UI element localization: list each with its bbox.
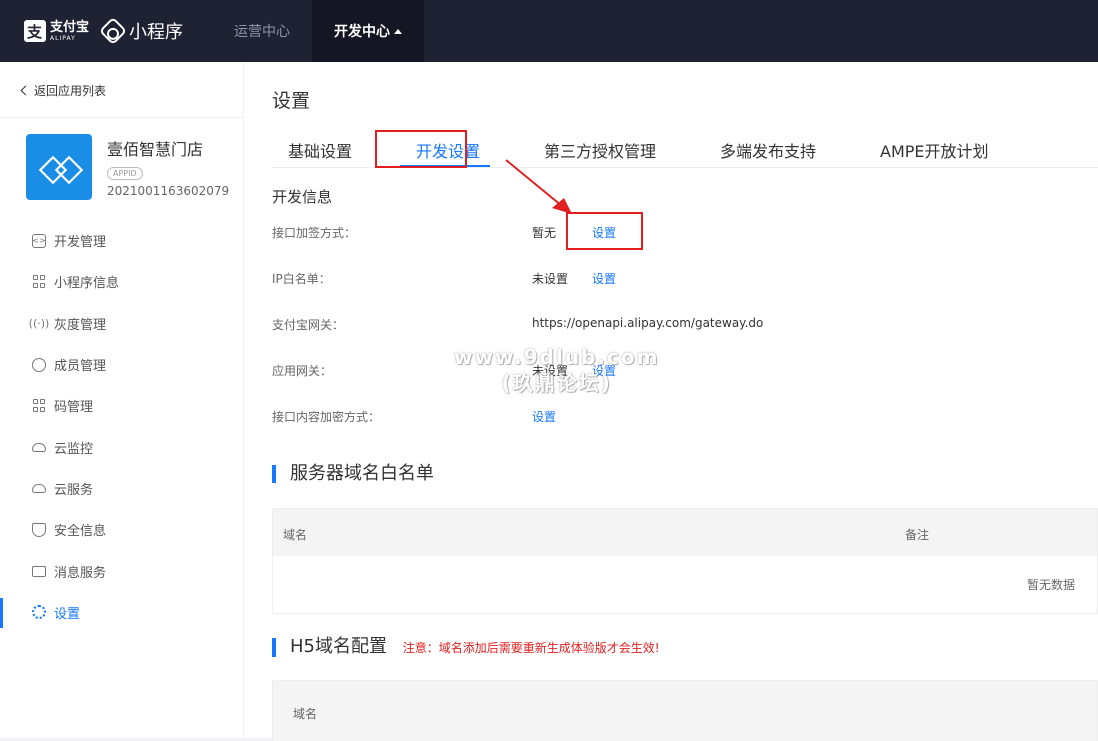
chevron-left-icon xyxy=(20,85,31,96)
ip-whitelist-label: IP白名单： xyxy=(272,272,331,286)
app-gateway-label: 应用网关： xyxy=(272,364,333,378)
tab-basic-settings[interactable]: 基础设置 xyxy=(288,138,352,162)
sidebar-item-cloud-monitor[interactable]: 云监控 xyxy=(0,426,243,467)
nav-dev-center[interactable]: 开发中心 xyxy=(312,0,424,62)
dev-info-heading: 开发信息 xyxy=(272,188,333,206)
sidebar-item-code-management[interactable]: 码管理 xyxy=(0,385,243,426)
sidebar-item-miniprogram-info[interactable]: 小程序信息 xyxy=(0,261,243,302)
brand[interactable]: 支付宝 ALIPAY 小程序 xyxy=(0,16,212,46)
highlight-box-tab xyxy=(375,130,467,168)
empty-state-text: 暂无数据 xyxy=(1027,578,1076,592)
miniprogram-logo-icon xyxy=(98,16,128,46)
sidebar-item-gray-release[interactable]: ((·)) 灰度管理 xyxy=(0,303,243,344)
sidebar-menu: <> 开发管理 小程序信息 ((·)) 灰度管理 成员管理 码管理 云监控 云服… xyxy=(0,220,243,633)
sidebar-item-cloud-service[interactable]: 云服务 xyxy=(0,468,243,509)
table-header: 域名 xyxy=(273,681,1097,741)
gear-icon xyxy=(32,605,46,620)
watermark: www.9dlub.com (玖鼎论坛) xyxy=(454,345,660,395)
sidebar-item-security-info[interactable]: 安全信息 xyxy=(0,509,243,550)
alipay-wordmark: 支付宝 ALIPAY xyxy=(50,19,90,42)
table-body: 暂无数据 xyxy=(273,556,1097,613)
broadcast-icon: ((·)) xyxy=(28,316,50,330)
alipay-gateway-label: 支付宝网关： xyxy=(272,318,345,332)
tab-ampe-plan[interactable]: AMPE开放计划 xyxy=(880,138,989,162)
server-whitelist-heading: 服务器域名白名单 xyxy=(272,465,434,483)
sidebar-item-settings[interactable]: 设置 xyxy=(0,592,243,633)
content-encryption-setup-link[interactable]: 设置 xyxy=(532,408,556,425)
signing-method-setup-link[interactable]: 设置 xyxy=(592,224,616,241)
table-header: 域名 备注 xyxy=(273,509,1097,556)
sidebar-item-dev-management[interactable]: <> 开发管理 xyxy=(0,220,243,261)
divider xyxy=(0,117,243,118)
code-icon: <> xyxy=(32,233,46,248)
product-name: 小程序 xyxy=(129,22,184,43)
alipay-gateway-value: https://openapi.alipay.com/gateway.do xyxy=(532,316,764,330)
app-name: 壹佰智慧门店 xyxy=(107,140,204,159)
cloud-icon xyxy=(32,483,46,493)
caret-up-icon xyxy=(394,28,402,34)
h5-domain-notice: 注意：域名添加后需要重新生成体验版才会生效! xyxy=(402,641,660,655)
appid-badge: APPID xyxy=(107,167,143,180)
signing-method-value: 暂无 xyxy=(532,226,557,240)
shield-icon xyxy=(32,522,46,537)
back-to-app-list-link[interactable]: 返回应用列表 xyxy=(20,82,106,99)
ip-whitelist-setup-link[interactable]: 设置 xyxy=(592,270,616,287)
app-logo-icon xyxy=(39,156,79,178)
grid-icon xyxy=(32,275,46,289)
ip-whitelist-value: 未设置 xyxy=(532,272,569,286)
h5-domain-table: 域名 xyxy=(272,680,1098,741)
nav-operations-center[interactable]: 运营中心 xyxy=(212,0,312,62)
sidebar: 返回应用列表 壹佰智慧门店 APPID 2021001163602079 <> … xyxy=(0,62,243,738)
cloud-icon xyxy=(32,442,46,452)
alipay-logo-icon xyxy=(24,20,46,42)
tab-multi-platform[interactable]: 多端发布支持 xyxy=(720,138,816,162)
user-icon xyxy=(32,357,46,372)
qrcode-icon xyxy=(32,399,46,413)
signing-method-label: 接口加签方式： xyxy=(272,226,357,240)
content-encryption-label: 接口内容加密方式： xyxy=(272,410,381,424)
app-id: 2021001163602079 xyxy=(107,184,230,198)
column-header-domain: 域名 xyxy=(283,528,308,542)
monitor-icon xyxy=(32,565,46,577)
h5-domain-heading: H5域名配置 注意：域名添加后需要重新生成体验版才会生效! xyxy=(272,638,660,657)
main-content: 设置 基础设置 开发设置 第三方授权管理 多端发布支持 AMPE开放计划 开发信… xyxy=(244,62,1098,741)
app-avatar xyxy=(26,134,92,200)
column-header-remark: 备注 xyxy=(905,528,930,542)
server-whitelist-table: 域名 备注 暂无数据 xyxy=(272,508,1098,614)
page-title: 设置 xyxy=(272,90,311,112)
column-header-domain: 域名 xyxy=(293,707,318,721)
top-navigation-bar: 支付宝 ALIPAY 小程序 运营中心 开发中心 xyxy=(0,0,1098,62)
sidebar-item-message-service[interactable]: 消息服务 xyxy=(0,550,243,591)
sidebar-item-members[interactable]: 成员管理 xyxy=(0,344,243,385)
